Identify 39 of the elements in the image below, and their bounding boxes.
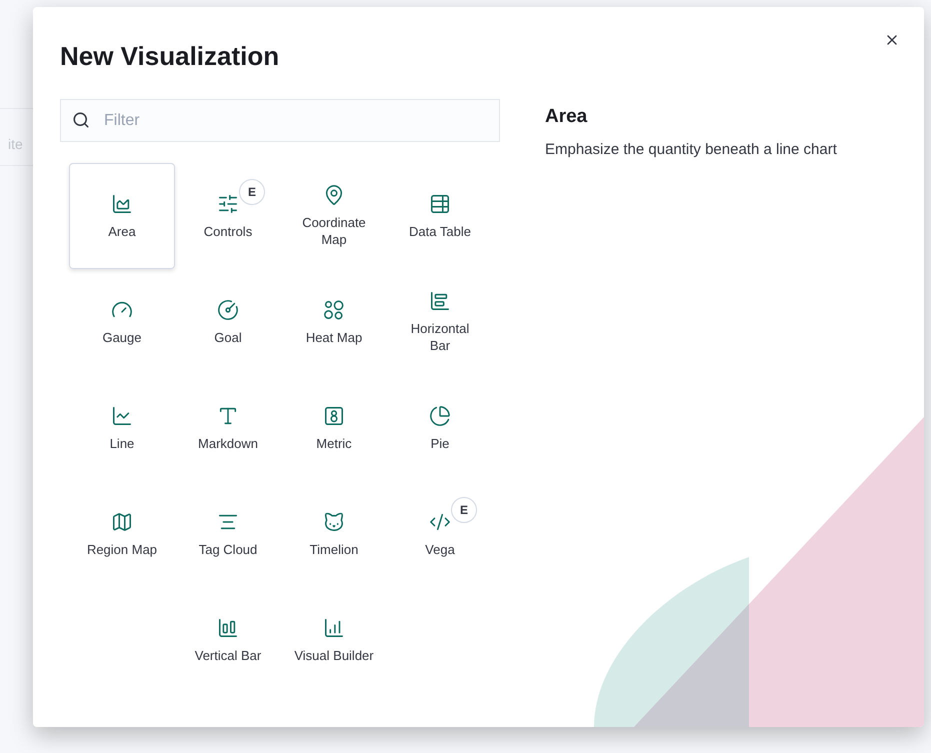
visualization-tile[interactable]: E Controls xyxy=(175,163,281,269)
table-icon xyxy=(429,192,451,214)
detail-title: Area xyxy=(545,105,588,129)
visualization-tile[interactable]: Pie xyxy=(387,375,493,481)
area-chart-icon xyxy=(111,192,133,214)
visualization-tile[interactable]: Timelion xyxy=(281,481,387,587)
visualization-tile[interactable]: E Vega xyxy=(387,481,493,587)
circles-icon xyxy=(323,298,345,320)
modal-title: New Visualization xyxy=(60,40,280,73)
badge: E xyxy=(451,496,477,522)
sliders-icon xyxy=(217,192,239,214)
visualization-tile[interactable]: Data Table xyxy=(387,163,493,269)
visualization-tile[interactable]: Markdown xyxy=(175,375,281,481)
horizontal-bar-icon xyxy=(429,290,451,312)
visualization-tile[interactable]: Region Map xyxy=(69,481,175,587)
pie-chart-icon xyxy=(429,404,451,426)
visualization-tile[interactable]: Tag Cloud xyxy=(175,481,281,587)
visualization-tile[interactable]: Coordinate Map xyxy=(281,163,387,269)
line-chart-icon xyxy=(111,404,133,426)
goal-gauge-icon xyxy=(217,298,239,320)
visualization-tile[interactable]: Area xyxy=(69,163,175,269)
visualization-tile[interactable]: Goal xyxy=(175,269,281,375)
visualization-tile[interactable]: Gauge xyxy=(69,269,175,375)
visualization-tile[interactable]: Line xyxy=(69,375,175,481)
badge: E xyxy=(239,178,265,204)
visualization-tile[interactable]: Vertical Bar xyxy=(175,587,281,693)
metric-icon xyxy=(323,404,345,426)
visualization-tile[interactable]: Visual Builder xyxy=(281,587,387,693)
vertical-bar-icon xyxy=(217,616,239,638)
bar-chart-icon xyxy=(323,616,345,638)
search-icon xyxy=(72,111,90,129)
map-pin-icon xyxy=(323,184,345,206)
filter-field[interactable]: Filter xyxy=(60,99,500,142)
map-icon xyxy=(111,510,133,532)
visualization-tile[interactable]: Horizontal Bar xyxy=(387,269,493,375)
visualization-tile[interactable]: Metric xyxy=(281,375,387,481)
animal-face-icon xyxy=(323,510,345,532)
detail-description: Emphasize the quantity beneath a line chart xyxy=(545,140,837,160)
visualization-tile[interactable]: Heat Map xyxy=(281,269,387,375)
